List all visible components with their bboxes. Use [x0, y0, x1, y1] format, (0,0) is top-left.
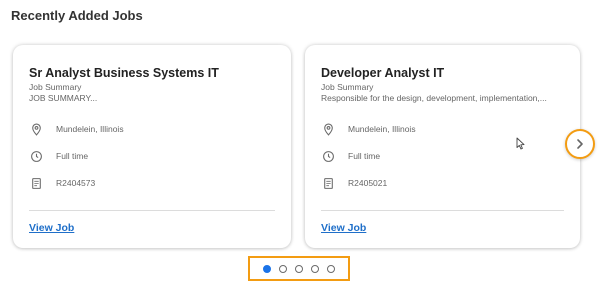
job-location-row: Mundelein, Illinois: [321, 122, 416, 136]
job-req-row: R2405021: [321, 176, 387, 190]
clock-icon: [29, 149, 43, 163]
job-req-id: R2405021: [348, 178, 388, 188]
card-divider: [29, 210, 275, 211]
pagination-dot[interactable]: [327, 264, 335, 273]
job-card: Developer Analyst IT Job Summary Respons…: [305, 45, 580, 248]
job-req-id: R2404573: [56, 178, 96, 188]
view-job-link[interactable]: View Job: [321, 222, 366, 234]
job-time-row: Full time: [29, 149, 88, 163]
job-location: Mundelein, Illinois: [56, 124, 124, 134]
job-location: Mundelein, Illinois: [348, 124, 416, 134]
document-icon: [321, 176, 335, 190]
pagination-dot[interactable]: [311, 264, 319, 273]
carousel-next-button[interactable]: [565, 129, 595, 159]
job-req-row: R2404573: [29, 176, 95, 190]
job-time-type: Full time: [56, 151, 89, 161]
clock-icon: [321, 149, 335, 163]
job-summary-label: Job Summary: [29, 82, 82, 92]
job-card: Sr Analyst Business Systems IT Job Summa…: [13, 45, 291, 248]
job-location-row: Mundelein, Illinois: [29, 122, 124, 136]
location-pin-icon: [321, 122, 335, 136]
job-title: Sr Analyst Business Systems IT: [29, 66, 219, 80]
carousel-pagination: [248, 256, 350, 281]
location-pin-icon: [29, 122, 43, 136]
card-divider: [321, 210, 564, 211]
job-summary-text: JOB SUMMARY...: [29, 93, 98, 103]
pagination-dot[interactable]: [263, 264, 271, 273]
document-icon: [29, 176, 43, 190]
view-job-link[interactable]: View Job: [29, 222, 74, 234]
job-time-row: Full time: [321, 149, 380, 163]
job-summary-text: Responsible for the design, development,…: [321, 93, 547, 103]
job-title: Developer Analyst IT: [321, 66, 445, 80]
job-time-type: Full time: [348, 151, 381, 161]
pagination-dot[interactable]: [295, 264, 303, 273]
mouse-cursor-icon: [516, 137, 525, 150]
section-title: Recently Added Jobs: [11, 8, 143, 23]
chevron-right-icon: [577, 139, 583, 149]
pagination-dot[interactable]: [279, 264, 287, 273]
job-summary-label: Job Summary: [321, 82, 374, 92]
